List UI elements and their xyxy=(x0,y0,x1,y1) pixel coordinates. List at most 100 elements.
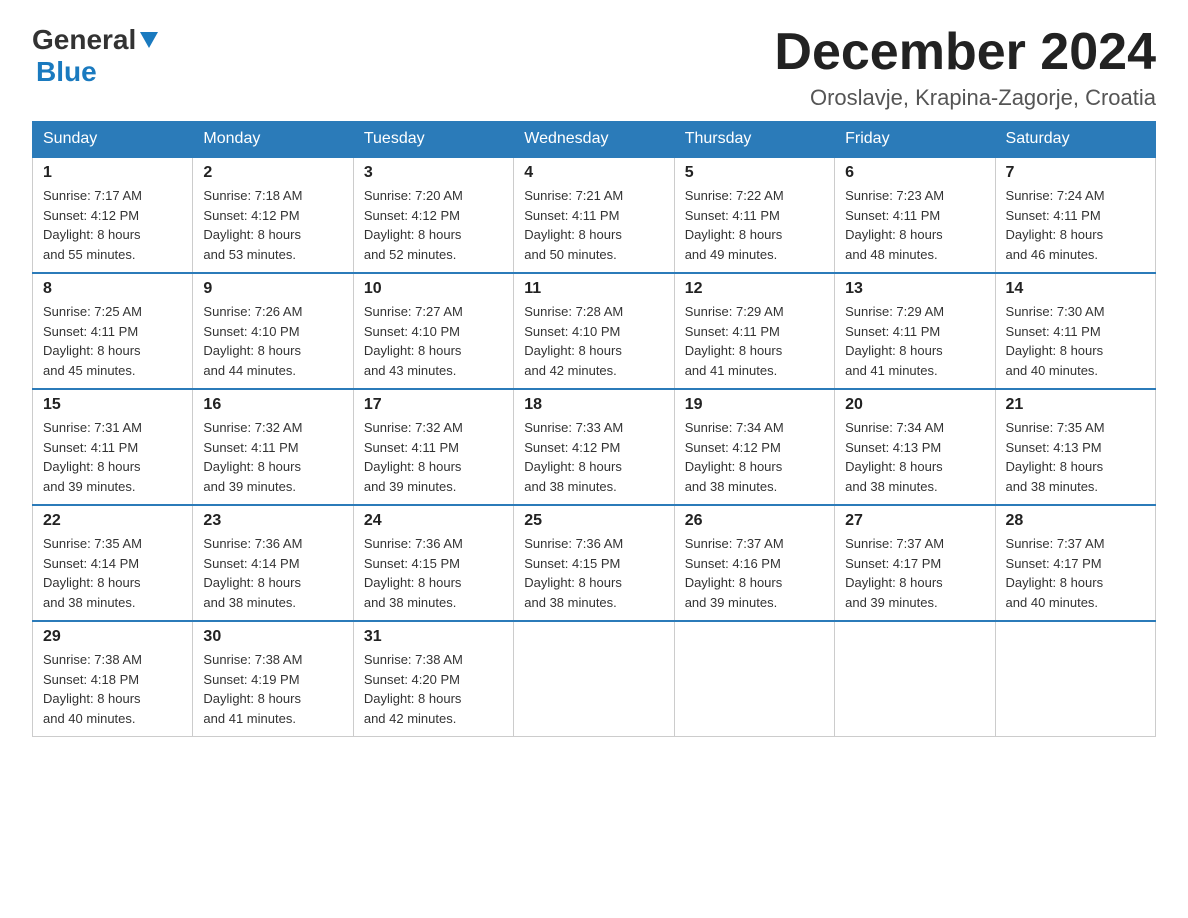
day-number: 26 xyxy=(685,512,824,530)
day-number: 4 xyxy=(524,164,663,182)
location-subtitle: Oroslavje, Krapina-Zagorje, Croatia xyxy=(774,85,1156,111)
day-number: 17 xyxy=(364,396,503,414)
calendar-day-cell: 23 Sunrise: 7:36 AM Sunset: 4:14 PM Dayl… xyxy=(193,505,353,621)
weekday-header-friday: Friday xyxy=(835,122,995,158)
calendar-day-cell: 29 Sunrise: 7:38 AM Sunset: 4:18 PM Dayl… xyxy=(33,621,193,737)
calendar-day-cell: 30 Sunrise: 7:38 AM Sunset: 4:19 PM Dayl… xyxy=(193,621,353,737)
day-number: 29 xyxy=(43,628,182,646)
calendar-day-cell: 28 Sunrise: 7:37 AM Sunset: 4:17 PM Dayl… xyxy=(995,505,1155,621)
day-number: 14 xyxy=(1006,280,1145,298)
calendar-day-cell: 4 Sunrise: 7:21 AM Sunset: 4:11 PM Dayli… xyxy=(514,157,674,273)
calendar-day-cell xyxy=(835,621,995,737)
calendar-week-row: 29 Sunrise: 7:38 AM Sunset: 4:18 PM Dayl… xyxy=(33,621,1156,737)
day-info: Sunrise: 7:23 AM Sunset: 4:11 PM Dayligh… xyxy=(845,186,984,264)
day-number: 24 xyxy=(364,512,503,530)
logo-triangle-icon xyxy=(140,32,158,53)
calendar-day-cell: 2 Sunrise: 7:18 AM Sunset: 4:12 PM Dayli… xyxy=(193,157,353,273)
day-info: Sunrise: 7:17 AM Sunset: 4:12 PM Dayligh… xyxy=(43,186,182,264)
day-info: Sunrise: 7:37 AM Sunset: 4:17 PM Dayligh… xyxy=(845,534,984,612)
calendar-day-cell: 10 Sunrise: 7:27 AM Sunset: 4:10 PM Dayl… xyxy=(353,273,513,389)
calendar-day-cell: 17 Sunrise: 7:32 AM Sunset: 4:11 PM Dayl… xyxy=(353,389,513,505)
day-info: Sunrise: 7:35 AM Sunset: 4:13 PM Dayligh… xyxy=(1006,418,1145,496)
day-info: Sunrise: 7:34 AM Sunset: 4:12 PM Dayligh… xyxy=(685,418,824,496)
day-info: Sunrise: 7:32 AM Sunset: 4:11 PM Dayligh… xyxy=(203,418,342,496)
day-info: Sunrise: 7:29 AM Sunset: 4:11 PM Dayligh… xyxy=(845,302,984,380)
calendar-day-cell: 8 Sunrise: 7:25 AM Sunset: 4:11 PM Dayli… xyxy=(33,273,193,389)
day-info: Sunrise: 7:37 AM Sunset: 4:16 PM Dayligh… xyxy=(685,534,824,612)
weekday-header-saturday: Saturday xyxy=(995,122,1155,158)
logo-blue-text: Blue xyxy=(36,56,97,87)
calendar-day-cell: 13 Sunrise: 7:29 AM Sunset: 4:11 PM Dayl… xyxy=(835,273,995,389)
day-info: Sunrise: 7:36 AM Sunset: 4:15 PM Dayligh… xyxy=(364,534,503,612)
day-number: 25 xyxy=(524,512,663,530)
day-number: 1 xyxy=(43,164,182,182)
day-info: Sunrise: 7:25 AM Sunset: 4:11 PM Dayligh… xyxy=(43,302,182,380)
calendar-day-cell: 21 Sunrise: 7:35 AM Sunset: 4:13 PM Dayl… xyxy=(995,389,1155,505)
day-number: 6 xyxy=(845,164,984,182)
weekday-header-monday: Monday xyxy=(193,122,353,158)
weekday-header-row: SundayMondayTuesdayWednesdayThursdayFrid… xyxy=(33,122,1156,158)
calendar-week-row: 22 Sunrise: 7:35 AM Sunset: 4:14 PM Dayl… xyxy=(33,505,1156,621)
page-header: General Blue December 2024 Oroslavje, Kr… xyxy=(32,24,1156,111)
calendar-day-cell: 11 Sunrise: 7:28 AM Sunset: 4:10 PM Dayl… xyxy=(514,273,674,389)
calendar-week-row: 8 Sunrise: 7:25 AM Sunset: 4:11 PM Dayli… xyxy=(33,273,1156,389)
day-info: Sunrise: 7:33 AM Sunset: 4:12 PM Dayligh… xyxy=(524,418,663,496)
calendar-day-cell: 27 Sunrise: 7:37 AM Sunset: 4:17 PM Dayl… xyxy=(835,505,995,621)
calendar-day-cell: 22 Sunrise: 7:35 AM Sunset: 4:14 PM Dayl… xyxy=(33,505,193,621)
day-number: 7 xyxy=(1006,164,1145,182)
day-number: 10 xyxy=(364,280,503,298)
day-number: 12 xyxy=(685,280,824,298)
calendar-day-cell: 7 Sunrise: 7:24 AM Sunset: 4:11 PM Dayli… xyxy=(995,157,1155,273)
calendar-table: SundayMondayTuesdayWednesdayThursdayFrid… xyxy=(32,121,1156,737)
day-number: 3 xyxy=(364,164,503,182)
day-number: 23 xyxy=(203,512,342,530)
day-number: 18 xyxy=(524,396,663,414)
day-number: 30 xyxy=(203,628,342,646)
calendar-day-cell: 9 Sunrise: 7:26 AM Sunset: 4:10 PM Dayli… xyxy=(193,273,353,389)
day-info: Sunrise: 7:38 AM Sunset: 4:19 PM Dayligh… xyxy=(203,650,342,728)
day-number: 9 xyxy=(203,280,342,298)
day-number: 15 xyxy=(43,396,182,414)
calendar-day-cell xyxy=(514,621,674,737)
month-title: December 2024 xyxy=(774,24,1156,81)
calendar-day-cell: 18 Sunrise: 7:33 AM Sunset: 4:12 PM Dayl… xyxy=(514,389,674,505)
day-number: 27 xyxy=(845,512,984,530)
day-info: Sunrise: 7:34 AM Sunset: 4:13 PM Dayligh… xyxy=(845,418,984,496)
day-info: Sunrise: 7:35 AM Sunset: 4:14 PM Dayligh… xyxy=(43,534,182,612)
day-info: Sunrise: 7:38 AM Sunset: 4:18 PM Dayligh… xyxy=(43,650,182,728)
calendar-week-row: 1 Sunrise: 7:17 AM Sunset: 4:12 PM Dayli… xyxy=(33,157,1156,273)
weekday-header-tuesday: Tuesday xyxy=(353,122,513,158)
calendar-day-cell xyxy=(995,621,1155,737)
day-info: Sunrise: 7:24 AM Sunset: 4:11 PM Dayligh… xyxy=(1006,186,1145,264)
calendar-day-cell: 24 Sunrise: 7:36 AM Sunset: 4:15 PM Dayl… xyxy=(353,505,513,621)
calendar-day-cell: 14 Sunrise: 7:30 AM Sunset: 4:11 PM Dayl… xyxy=(995,273,1155,389)
logo: General Blue xyxy=(32,24,158,88)
day-info: Sunrise: 7:32 AM Sunset: 4:11 PM Dayligh… xyxy=(364,418,503,496)
day-number: 8 xyxy=(43,280,182,298)
day-number: 21 xyxy=(1006,396,1145,414)
day-info: Sunrise: 7:20 AM Sunset: 4:12 PM Dayligh… xyxy=(364,186,503,264)
weekday-header-wednesday: Wednesday xyxy=(514,122,674,158)
logo-general-text: General xyxy=(32,24,136,56)
calendar-day-cell: 6 Sunrise: 7:23 AM Sunset: 4:11 PM Dayli… xyxy=(835,157,995,273)
day-info: Sunrise: 7:31 AM Sunset: 4:11 PM Dayligh… xyxy=(43,418,182,496)
calendar-day-cell: 25 Sunrise: 7:36 AM Sunset: 4:15 PM Dayl… xyxy=(514,505,674,621)
day-number: 20 xyxy=(845,396,984,414)
day-info: Sunrise: 7:21 AM Sunset: 4:11 PM Dayligh… xyxy=(524,186,663,264)
calendar-day-cell: 16 Sunrise: 7:32 AM Sunset: 4:11 PM Dayl… xyxy=(193,389,353,505)
day-info: Sunrise: 7:36 AM Sunset: 4:14 PM Dayligh… xyxy=(203,534,342,612)
day-number: 13 xyxy=(845,280,984,298)
calendar-day-cell: 19 Sunrise: 7:34 AM Sunset: 4:12 PM Dayl… xyxy=(674,389,834,505)
calendar-day-cell: 20 Sunrise: 7:34 AM Sunset: 4:13 PM Dayl… xyxy=(835,389,995,505)
calendar-day-cell: 31 Sunrise: 7:38 AM Sunset: 4:20 PM Dayl… xyxy=(353,621,513,737)
calendar-day-cell: 3 Sunrise: 7:20 AM Sunset: 4:12 PM Dayli… xyxy=(353,157,513,273)
day-info: Sunrise: 7:37 AM Sunset: 4:17 PM Dayligh… xyxy=(1006,534,1145,612)
day-info: Sunrise: 7:26 AM Sunset: 4:10 PM Dayligh… xyxy=(203,302,342,380)
day-number: 19 xyxy=(685,396,824,414)
day-info: Sunrise: 7:30 AM Sunset: 4:11 PM Dayligh… xyxy=(1006,302,1145,380)
calendar-week-row: 15 Sunrise: 7:31 AM Sunset: 4:11 PM Dayl… xyxy=(33,389,1156,505)
day-info: Sunrise: 7:22 AM Sunset: 4:11 PM Dayligh… xyxy=(685,186,824,264)
day-number: 2 xyxy=(203,164,342,182)
day-number: 5 xyxy=(685,164,824,182)
weekday-header-sunday: Sunday xyxy=(33,122,193,158)
